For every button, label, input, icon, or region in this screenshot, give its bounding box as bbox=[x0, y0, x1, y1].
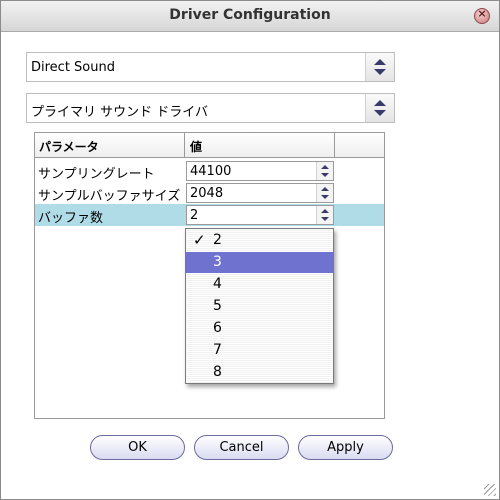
dropdown-option[interactable]: 5 bbox=[186, 296, 333, 317]
close-button[interactable]: × bbox=[474, 7, 490, 24]
column-header-parameter: パラメータ bbox=[39, 140, 99, 154]
cancel-button[interactable]: Cancel bbox=[194, 435, 289, 460]
driver-config-dialog: Driver Configuration × Direct Sound プライマ… bbox=[0, 0, 500, 500]
up-down-arrows-icon[interactable] bbox=[316, 184, 333, 202]
table-row[interactable]: サンプリングレート 44100 bbox=[35, 160, 384, 182]
buffer-count-stepper[interactable]: 2 bbox=[186, 205, 334, 225]
column-divider bbox=[184, 133, 185, 157]
dropdown-option[interactable]: 7 bbox=[186, 340, 333, 361]
device-select-value: プライマリ サウンド ドライバ bbox=[31, 105, 209, 120]
driver-select[interactable]: Direct Sound bbox=[26, 52, 395, 82]
up-down-arrows-icon[interactable] bbox=[316, 206, 333, 224]
dropdown-option[interactable]: 4 bbox=[186, 274, 333, 295]
table-row-selected[interactable]: バッファ数 2 bbox=[35, 204, 384, 226]
dropdown-option-highlighted[interactable]: 3 bbox=[186, 252, 333, 273]
dropdown-option[interactable]: 6 bbox=[186, 318, 333, 339]
ok-button[interactable]: OK bbox=[90, 435, 185, 460]
buffer-count-dropdown: ✓ 2 3 4 5 6 7 8 bbox=[185, 228, 334, 384]
column-divider bbox=[334, 133, 335, 157]
table-header: パラメータ 値 bbox=[35, 133, 384, 158]
column-header-value: 値 bbox=[190, 140, 203, 154]
buffer-size-stepper[interactable]: 2048 bbox=[186, 183, 334, 203]
stepper-value: 2048 bbox=[190, 186, 224, 201]
dropdown-option[interactable]: 8 bbox=[186, 362, 333, 383]
row-label: サンプリングレート bbox=[38, 167, 155, 182]
row-label: サンプルバッファサイズ bbox=[38, 189, 181, 204]
sample-rate-stepper[interactable]: 44100 bbox=[186, 161, 334, 181]
stepper-value: 44100 bbox=[190, 164, 232, 179]
dropdown-option[interactable]: ✓ 2 bbox=[186, 230, 333, 251]
check-icon: ✓ bbox=[193, 231, 206, 249]
apply-button[interactable]: Apply bbox=[298, 435, 393, 460]
window-title: Driver Configuration bbox=[169, 7, 331, 23]
device-select[interactable]: プライマリ サウンド ドライバ bbox=[26, 93, 395, 123]
driver-select-value: Direct Sound bbox=[31, 60, 115, 75]
apply-button-label: Apply bbox=[327, 440, 364, 455]
up-down-arrows-icon[interactable] bbox=[316, 162, 333, 180]
up-down-arrows-icon[interactable] bbox=[365, 53, 394, 81]
row-label: バッファ数 bbox=[38, 211, 104, 226]
title-bar: Driver Configuration × bbox=[1, 1, 499, 32]
stepper-value: 2 bbox=[190, 208, 199, 223]
close-icon: × bbox=[477, 7, 487, 20]
up-down-arrows-icon[interactable] bbox=[365, 94, 394, 122]
cancel-button-label: Cancel bbox=[219, 440, 264, 455]
ok-button-label: OK bbox=[128, 440, 147, 455]
resize-grip-icon[interactable] bbox=[484, 484, 496, 496]
table-row[interactable]: サンプルバッファサイズ 2048 bbox=[35, 182, 384, 204]
